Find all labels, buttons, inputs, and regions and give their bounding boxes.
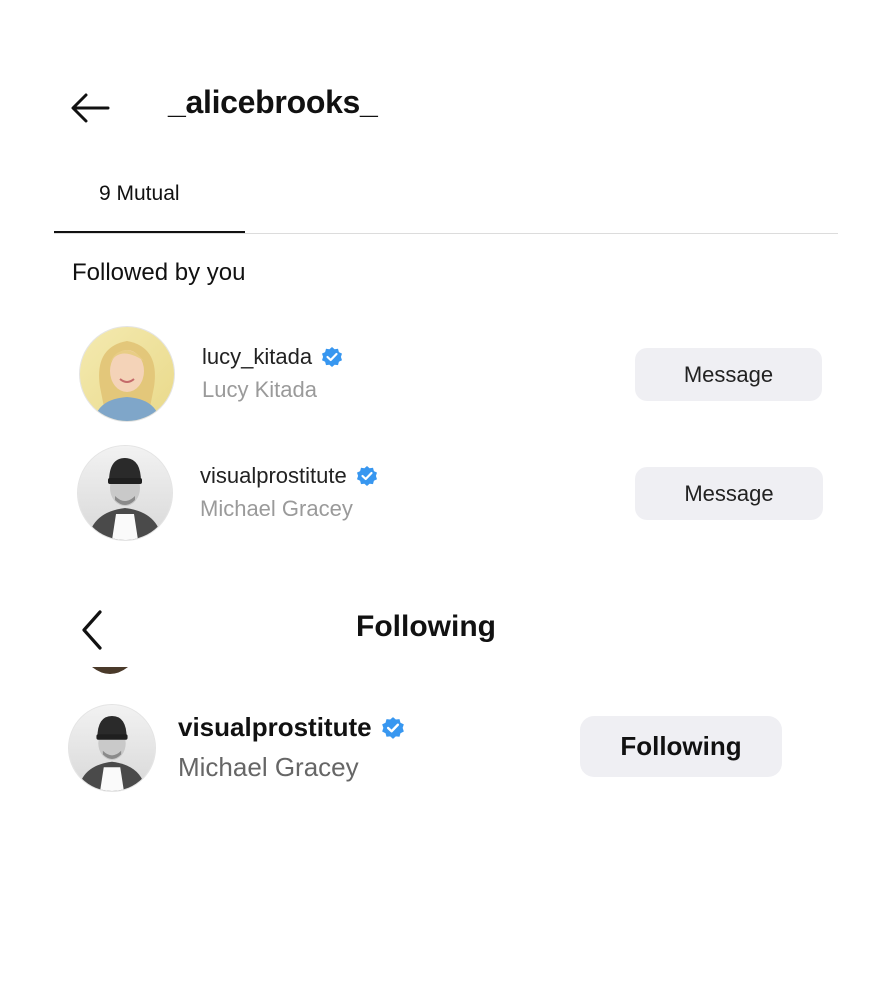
verified-badge-icon [356,466,377,486]
message-button-label: Message [684,480,774,506]
message-button-label: Message [683,361,774,387]
list-item-username[interactable]: visualprostitute [178,712,406,743]
verified-badge-icon [381,716,404,739]
back-button[interactable] [68,88,114,128]
back-button[interactable] [76,606,110,654]
man-beanie-portrait [69,705,155,791]
section-title: Followed by you [72,259,246,286]
list-item-fullname: Lucy Kitada [202,377,317,402]
blonde-woman-portrait [80,327,174,421]
following-button[interactable]: Following [580,716,782,777]
page-title: _alicebrooks_ [168,84,378,120]
tab-mutual[interactable]: 9 Mutual [54,178,245,234]
chevron-left-icon [82,610,102,650]
username-text: visualprostitute [200,463,347,488]
tab-divider [54,233,838,234]
list-item-fullname: Michael Gracey [178,752,359,782]
avatar[interactable] [79,326,175,422]
arrow-left-icon [71,93,110,123]
avatar[interactable] [77,445,173,541]
username-text: visualprostitute [178,712,372,742]
page-title: Following [356,610,496,643]
list-item-username[interactable]: lucy_kitada [202,344,344,370]
avatar[interactable] [68,704,156,792]
avatar-partial [90,664,130,674]
message-button[interactable]: Message [635,348,822,401]
list-item-username[interactable]: visualprostitute [200,463,379,489]
message-button[interactable]: Message [635,467,823,520]
tab-mutual-label: 9 Mutual [99,182,180,205]
verified-badge-icon [322,347,343,367]
avatar-edge [92,667,128,674]
man-beanie-portrait [78,446,172,540]
following-button-label: Following [620,731,742,761]
list-item-fullname: Michael Gracey [200,496,353,521]
username-text: lucy_kitada [202,344,313,369]
